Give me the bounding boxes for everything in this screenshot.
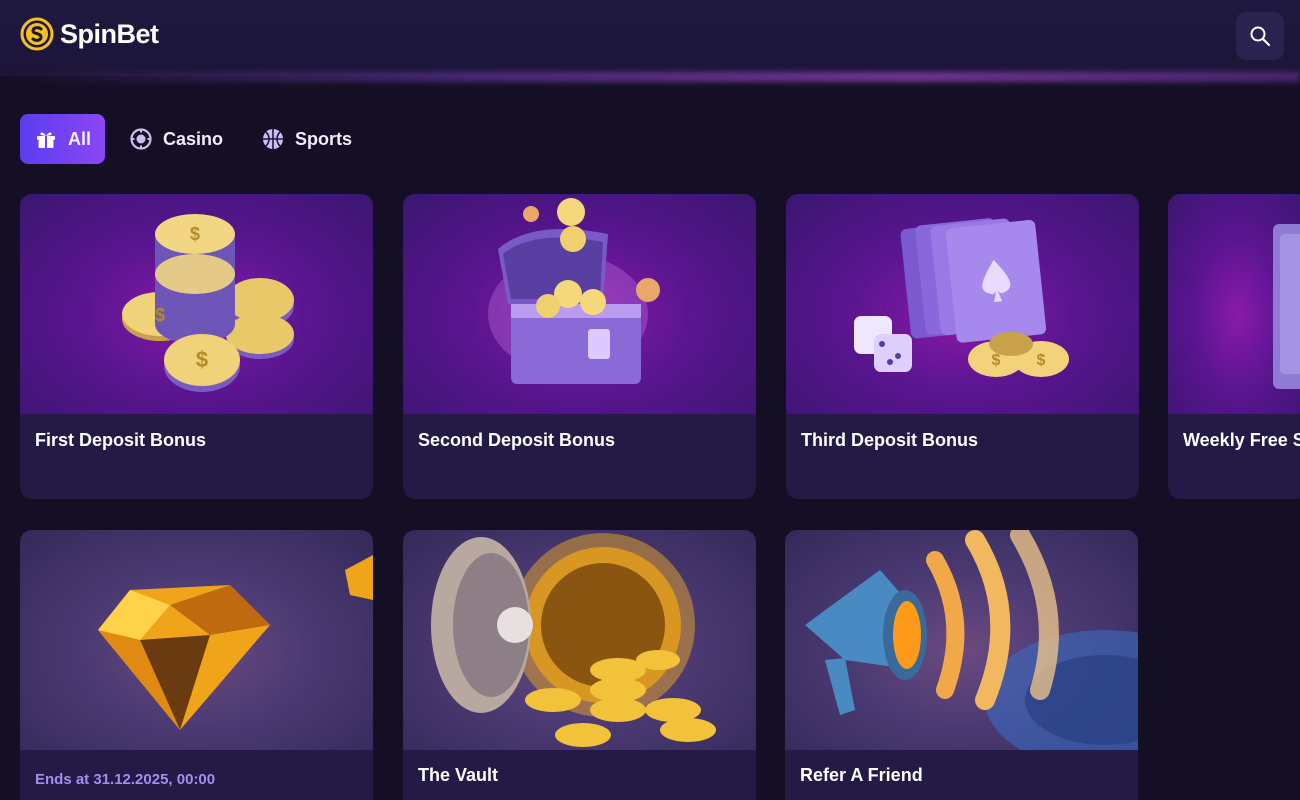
cards-and-dice-image: $ $ <box>786 194 1139 414</box>
promo-title: Third Deposit Bonus <box>801 430 978 450</box>
search-button[interactable] <box>1236 12 1284 60</box>
svg-text:$: $ <box>155 305 165 325</box>
promo-card-weekly-free[interactable]: Weekly Free S <box>1168 194 1300 499</box>
partial-card-image <box>1168 194 1300 414</box>
vault-image <box>403 530 756 750</box>
promo-card-third-deposit[interactable]: $ $ Third Deposit Bonus <box>786 194 1139 499</box>
promo-card-second-deposit[interactable]: Second Deposit Bonus <box>403 194 756 499</box>
diamond-image <box>20 530 373 750</box>
promo-title: Refer A Friend <box>800 765 923 785</box>
promo-title: The Vault <box>418 765 499 785</box>
basketball-icon <box>263 129 284 149</box>
promo-card-diamond[interactable]: Ends at 31.12.2025, 00:00 <box>20 530 373 800</box>
spinbet-logo[interactable]: SpinBet <box>20 17 159 51</box>
svg-text:$: $ <box>196 347 208 372</box>
search-icon <box>1250 26 1271 47</box>
promo-category-tabs: All Casino Sports <box>20 114 366 164</box>
casino-chip-icon <box>130 128 152 150</box>
logo-coin-icon <box>20 17 54 51</box>
promo-card-refer-a-friend[interactable]: Refer A Friend <box>785 530 1138 800</box>
treasure-chest-image <box>403 194 756 414</box>
header-glow-divider <box>0 72 1300 82</box>
brand-name: SpinBet <box>60 18 159 49</box>
promo-card-the-vault[interactable]: The Vault <box>403 530 756 800</box>
svg-text:$: $ <box>190 224 200 244</box>
megaphone-image <box>785 530 1138 750</box>
gift-icon <box>37 132 55 148</box>
tab-all-label: All <box>68 128 92 149</box>
top-header: SpinBet <box>0 0 1300 76</box>
tab-casino-label: Casino <box>163 128 224 149</box>
promo-end-date: Ends at 31.12.2025, 00:00 <box>35 771 216 788</box>
tab-casino[interactable]: Casino <box>115 114 237 164</box>
coin-stack-image: $ $ $ <box>20 194 373 414</box>
svg-text:$: $ <box>992 352 1001 369</box>
promo-title: Weekly Free S <box>1183 430 1300 450</box>
promo-card-first-deposit[interactable]: $ $ $ First Deposit Bonus <box>20 194 373 499</box>
svg-text:$: $ <box>1037 352 1046 369</box>
promo-title: Second Deposit Bonus <box>418 430 616 450</box>
promo-title: First Deposit Bonus <box>35 430 207 450</box>
tab-sports[interactable]: Sports <box>247 114 366 164</box>
tab-all[interactable]: All <box>20 114 106 164</box>
tab-sports-label: Sports <box>295 128 353 149</box>
